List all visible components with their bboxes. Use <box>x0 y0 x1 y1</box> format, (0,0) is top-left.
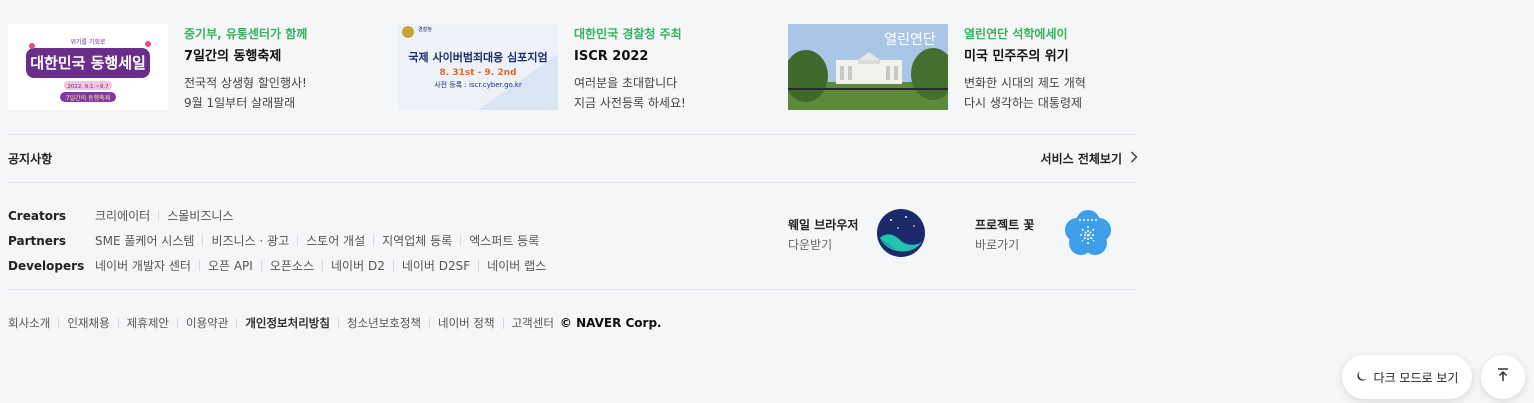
promo-eyebrow: 중기부, 유통센터가 함께 <box>184 27 308 41</box>
promo-desc-line: 지금 사전등록 하세요! <box>574 96 686 110</box>
link-item[interactable]: 오픈 API <box>208 257 253 274</box>
link-item[interactable]: SME 풀케어 시스템 <box>95 232 194 249</box>
promo-desc-line: 전국적 상생형 할인행사! <box>184 76 307 90</box>
separator <box>297 235 299 246</box>
link-item[interactable]: 스몰비즈니스 <box>167 207 233 224</box>
promo-desc-line: 다시 생각하는 대통령제 <box>964 96 1083 110</box>
separator <box>236 317 238 329</box>
footer-link[interactable]: 고객센터 <box>512 315 554 331</box>
footer-link[interactable]: 네이버 정책 <box>438 315 495 331</box>
promo-image[interactable]: 열린연단 <box>788 24 948 110</box>
separator <box>502 317 504 329</box>
separator <box>198 260 200 271</box>
link-item[interactable]: 네이버 D2 <box>331 257 385 274</box>
promo-image-text: 경찰청 <box>418 26 432 33</box>
promo-eyebrow: 대한민국 경찰청 주최 <box>574 27 682 41</box>
separator <box>478 260 480 271</box>
link-item[interactable]: 오픈소스 <box>270 257 314 274</box>
separator <box>58 317 60 329</box>
separator <box>337 317 339 329</box>
promo-desc-line: 9월 1일부터 살래팔래 <box>184 96 296 110</box>
app-sub: 바로가기 <box>975 238 1020 252</box>
promo-image-text: 위기를 기회로 <box>70 38 106 46</box>
link-item[interactable]: 비즈니스 · 광고 <box>211 232 289 249</box>
link-row-developers: Developers 네이버 개발자 센터 오픈 API 오픈소스 네이버 D2… <box>8 253 546 278</box>
link-row-head: Creators <box>8 208 67 223</box>
footer-link[interactable]: 개인정보처리방침 <box>245 315 330 331</box>
promo-item[interactable]: 위기를 기회로 대한민국 동행세일 2022. 9.1.~9.7 7일간의 동행… <box>8 24 368 110</box>
promo-image[interactable]: 경찰청 국제 사이버범죄대응 심포지엄 8. 31st - 9. 2nd 사전 … <box>398 24 558 110</box>
promo-desc: 전국적 상생형 할인행사! 9월 1일부터 살래팔래 <box>184 73 374 113</box>
promo-title[interactable]: 7일간의 동행축제 <box>184 47 374 67</box>
service-links: Creators 크리에이터 스몰비즈니스 Partners SME 풀케어 시… <box>8 203 546 278</box>
notice-link[interactable]: 공지사항 <box>8 150 52 167</box>
promo-image-text: 8. 31st - 9. 2nd <box>440 68 517 78</box>
app-whale[interactable]: 웨일 브라우저 다운받기 <box>788 208 926 262</box>
promo-desc-line: 여러분을 초대합니다 <box>574 76 678 90</box>
all-services-label: 서비스 전체보기 <box>1040 152 1122 166</box>
link-item[interactable]: 네이버 랩스 <box>487 257 546 274</box>
footer-link[interactable]: 회사소개 <box>8 315 50 331</box>
separator <box>202 235 204 246</box>
divider <box>8 134 1138 135</box>
link-row-partners: Partners SME 풀케어 시스템 비즈니스 · 광고 스토어 개설 지역… <box>8 228 546 253</box>
scroll-top-button[interactable] <box>1481 355 1525 399</box>
app-name: 프로젝트 꽃 <box>975 218 1035 232</box>
dark-mode-label: 다크 모드로 보기 <box>1373 370 1459 385</box>
moon-icon <box>1356 370 1368 385</box>
divider <box>8 182 1138 183</box>
dark-mode-button[interactable]: 다크 모드로 보기 <box>1342 355 1472 399</box>
promo-eyebrow: 열린연단 석학에세이 <box>964 27 1068 41</box>
promo-desc: 여러분을 초대합니다 지금 사전등록 하세요! <box>574 73 764 113</box>
footer-link[interactable]: 인재채용 <box>67 315 109 331</box>
promo-desc-line: 변화한 시대의 제도 개혁 <box>964 76 1086 90</box>
all-services-link[interactable]: 서비스 전체보기 <box>1041 150 1138 167</box>
separator <box>373 235 375 246</box>
promo-item[interactable]: 경찰청 국제 사이버범죄대응 심포지엄 8. 31st - 9. 2nd 사전 … <box>398 24 758 110</box>
footer-links: 회사소개 인재채용 제휴제안 이용약관 개인정보처리방침 청소년보호정책 네이버… <box>8 315 662 331</box>
link-item[interactable]: 스토어 개설 <box>306 232 365 249</box>
link-item[interactable]: 크리에이터 <box>95 207 150 224</box>
separator <box>392 260 394 271</box>
whale-icon <box>876 208 926 262</box>
link-item[interactable]: 엑스퍼트 등록 <box>469 232 539 249</box>
separator <box>176 317 178 329</box>
flower-icon <box>1063 208 1113 262</box>
link-row-head: Partners <box>8 233 66 248</box>
promo-image[interactable]: 위기를 기회로 대한민국 동행세일 2022. 9.1.~9.7 7일간의 동행… <box>8 24 168 110</box>
promo-desc: 변화한 시대의 제도 개혁 다시 생각하는 대통령제 <box>964 73 1154 113</box>
promo-title[interactable]: 미국 민주주의 위기 <box>964 47 1154 67</box>
link-row-head: Developers <box>8 258 85 273</box>
separator <box>117 317 119 329</box>
footer-link[interactable]: 이용약관 <box>186 315 228 331</box>
link-item[interactable]: 네이버 개발자 센터 <box>95 257 191 274</box>
separator <box>322 260 324 271</box>
separator <box>158 210 160 221</box>
promo-item[interactable]: 열린연단 열린연단 석학에세이 미국 민주주의 위기 변화한 시대의 제도 개혁… <box>788 24 1148 110</box>
link-item[interactable]: 지역업체 등록 <box>382 232 452 249</box>
app-project-flower[interactable]: 프로젝트 꽃 바로가기 <box>975 210 1113 260</box>
chevron-right-icon <box>1130 151 1138 166</box>
link-row-creators: Creators 크리에이터 스몰비즈니스 <box>8 203 546 228</box>
divider <box>8 289 1138 290</box>
separator <box>260 260 262 271</box>
link-item[interactable]: 네이버 D2SF <box>402 257 470 274</box>
promo-image-text: 열린연단 <box>884 32 936 48</box>
promo-row: 위기를 기회로 대한민국 동행세일 2022. 9.1.~9.7 7일간의 동행… <box>8 24 1138 110</box>
promo-image-text: 2022. 9.1.~9.7 <box>67 84 109 90</box>
footer-link[interactable]: 청소년보호정책 <box>347 315 421 331</box>
promo-image-text: 국제 사이버범죄대응 심포지엄 <box>408 50 547 64</box>
promo-image-text: 사전 등록 : iscr.cyber.go.kr <box>434 80 522 89</box>
separator <box>429 317 431 329</box>
app-sub: 다운받기 <box>788 238 833 252</box>
app-name: 웨일 브라우저 <box>788 218 859 232</box>
copyright[interactable]: © NAVER Corp. <box>560 316 662 330</box>
promo-title[interactable]: ISCR 2022 <box>574 47 764 67</box>
separator <box>460 235 462 246</box>
promo-image-text: 7일간의 동행축제 <box>66 94 110 102</box>
footer-link[interactable]: 제휴제안 <box>127 315 169 331</box>
promo-image-text: 대한민국 동행세일 <box>30 54 146 72</box>
arrow-up-icon <box>1495 367 1511 387</box>
